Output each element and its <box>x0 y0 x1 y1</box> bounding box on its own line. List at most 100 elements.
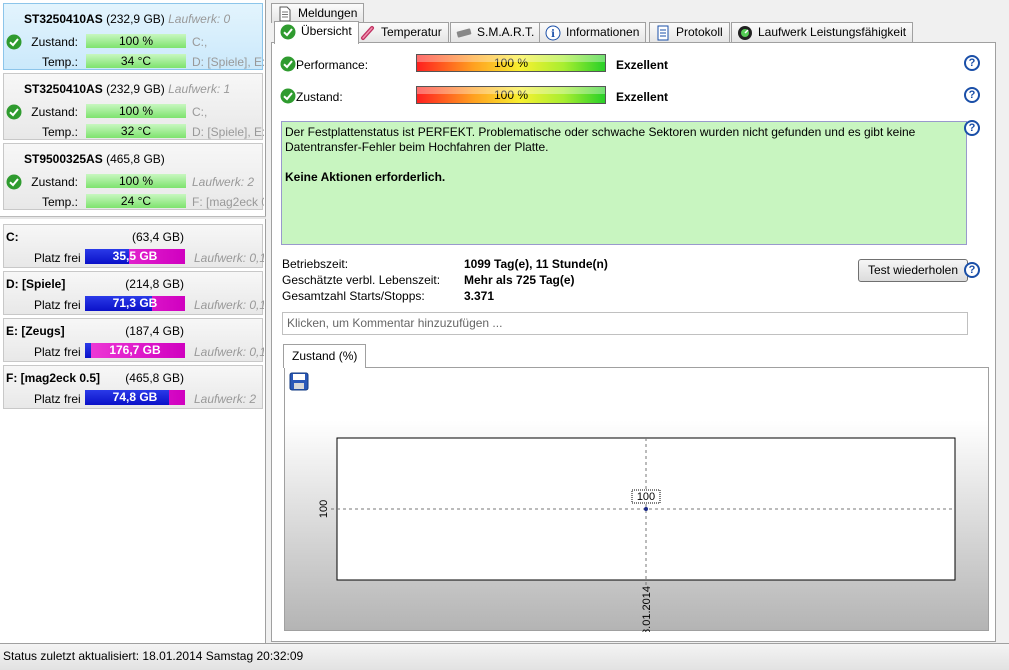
volume-size: (214,8 GB) <box>125 277 184 291</box>
zustand-bar: 100 % <box>86 174 186 188</box>
betriebszeit-value: 1099 Tag(e), 11 Stunde(n) <box>464 257 608 271</box>
temp-label: Temp.: <box>41 195 78 209</box>
volume-size: (465,8 GB) <box>125 371 184 385</box>
free-label: Platz frei <box>34 251 81 265</box>
volume-name: E: [Zeugs] <box>6 324 65 338</box>
tab-smart[interactable]: S.M.A.R.T. <box>450 22 542 43</box>
drive-name: ST3250410AS (232,9 GB) Laufwerk: 1 <box>24 82 231 96</box>
speedometer-icon <box>738 26 752 40</box>
tab-zustand-chart[interactable]: Zustand (%) <box>283 344 367 368</box>
zustand-chart: 100 100 18.01.2014 <box>318 437 956 632</box>
data-point <box>644 507 648 511</box>
details-area: Meldungen Übersicht Temperatur S.M.A.R.T… <box>268 0 1009 643</box>
help-icon[interactable]: ? <box>964 55 980 71</box>
volume-laufwerk: Laufwerk: 0,1 <box>194 345 264 359</box>
drive-list-panel: ST3250410AS (232,9 GB) Laufwerk: 0 Zusta… <box>0 0 266 643</box>
panel-separator <box>0 216 266 219</box>
x-tick-label: 18.01.2014 <box>641 586 653 632</box>
tab-label: Informationen <box>566 25 640 39</box>
tab-uebersicht[interactable]: Übersicht <box>274 21 359 44</box>
free-label: Platz frei <box>34 298 81 312</box>
check-circle-icon <box>280 56 296 72</box>
free-label: Platz frei <box>34 345 81 359</box>
performance-rating: Exzellent <box>616 58 669 72</box>
free-space-bar: 71,3 GB <box>85 296 185 311</box>
betriebszeit-label: Betriebszeit: <box>282 257 349 271</box>
tab-label: S.M.A.R.T. <box>477 25 535 39</box>
help-icon[interactable]: ? <box>964 262 980 278</box>
zustand-label: Zustand: <box>296 90 343 104</box>
temp-label: Temp.: <box>41 55 78 69</box>
zustand-label: Zustand: <box>31 105 78 119</box>
drive-card-1[interactable]: ST3250410AS (232,9 GB) Laufwerk: 1 Zusta… <box>3 73 264 140</box>
temp-label: Temp.: <box>41 125 78 139</box>
lebenszeit-label: Geschätzte verbl. Lebenszeit: <box>282 273 441 287</box>
lebenszeit-value: Mehr als 725 Tag(e) <box>464 273 575 287</box>
volume-name: C: <box>6 230 19 244</box>
thermometer-icon <box>361 26 374 40</box>
zustand-bar: 100 % <box>86 104 186 118</box>
tab-label: Meldungen <box>298 6 358 20</box>
check-circle-icon <box>280 24 296 40</box>
test-wiederholen-button[interactable]: Test wiederholen <box>858 259 968 282</box>
volume-card-f[interactable]: F: [mag2eck 0.5] (465,8 GB) Platz frei 7… <box>3 365 263 409</box>
free-space-bar: 74,8 GB <box>85 390 185 405</box>
tab-informationen[interactable]: i Informationen <box>539 22 647 43</box>
starts-label: Gesamtzahl Starts/Stopps: <box>282 289 425 303</box>
drive-card-2[interactable]: ST9500325AS (465,8 GB) Zustand: 100 % La… <box>3 143 264 210</box>
temp-bar: 24 °C <box>86 194 186 208</box>
tab-label: Laufwerk Leistungsfähigkeit <box>758 25 907 39</box>
volume-name: D: [Spiele] <box>6 277 66 291</box>
check-circle-icon <box>6 174 22 190</box>
document-icon <box>279 6 291 22</box>
info-icon: i <box>545 25 561 41</box>
tab-label: Temperatur <box>381 25 442 39</box>
data-label: 100 <box>637 491 655 503</box>
drive-name: ST3250410AS (232,9 GB) Laufwerk: 0 <box>24 12 231 26</box>
zustand-label: Zustand: <box>31 35 78 49</box>
y-tick-label: 100 <box>318 500 330 518</box>
free-label: Platz frei <box>34 392 81 406</box>
drive-laufwerk: Laufwerk: 2 <box>192 175 255 189</box>
overview-panel: Performance: 100 % Exzellent ? Zustand: … <box>271 42 996 642</box>
hard-disk-icon <box>456 28 472 38</box>
help-icon[interactable]: ? <box>964 87 980 103</box>
performance-bar: 100 % <box>416 54 606 72</box>
volume-card-d[interactable]: D: [Spiele] (214,8 GB) Platz frei 71,3 G… <box>3 271 264 315</box>
temp-bar: 34 °C <box>86 54 186 68</box>
drive-partitions-2: D: [Spiele], E: <box>192 55 264 69</box>
free-space-bar: 176,7 GB <box>85 343 185 358</box>
zustand-label: Zustand: <box>31 175 78 189</box>
tab-label: Übersicht <box>301 24 352 38</box>
tab-temperatur[interactable]: Temperatur <box>354 22 449 43</box>
check-circle-icon <box>280 88 296 104</box>
log-document-icon <box>657 25 669 41</box>
status-action: Keine Aktionen erforderlich. <box>285 170 446 184</box>
status-text: Der Festplattenstatus ist PERFEKT. Probl… <box>285 125 916 154</box>
performance-label: Performance: <box>296 58 369 72</box>
help-icon[interactable]: ? <box>964 120 980 136</box>
status-description: Der Festplattenstatus ist PERFEKT. Probl… <box>281 121 967 245</box>
volume-name: F: [mag2eck 0.5] <box>6 371 101 385</box>
status-bar: Status zuletzt aktualisiert: 18.01.2014 … <box>0 643 1009 670</box>
tab-label: Protokoll <box>676 25 723 39</box>
temp-bar: 32 °C <box>86 124 186 138</box>
tab-laufwerk-leistung[interactable]: Laufwerk Leistungsfähigkeit <box>731 22 914 43</box>
volume-size: (187,4 GB) <box>125 324 184 338</box>
free-space-bar: 35,5 GB <box>85 249 185 264</box>
drive-card-0[interactable]: ST3250410AS (232,9 GB) Laufwerk: 0 Zusta… <box>3 3 264 70</box>
comment-input[interactable]: Klicken, um Kommentar hinzuzufügen ... <box>282 312 968 335</box>
volume-card-e[interactable]: E: [Zeugs] (187,4 GB) Platz frei 176,7 G… <box>3 318 264 362</box>
check-circle-icon <box>6 34 22 50</box>
zustand-rating: Exzellent <box>616 90 669 104</box>
drive-partitions: C:, <box>192 35 208 49</box>
starts-value: 3.371 <box>464 289 495 303</box>
volume-card-c[interactable]: C: (63,4 GB) Platz frei 35,5 GB Laufwerk… <box>3 224 264 268</box>
tab-meldungen[interactable]: Meldungen <box>271 3 365 23</box>
volume-laufwerk: Laufwerk: 2 <box>194 392 257 406</box>
tab-protokoll[interactable]: Protokoll <box>649 22 730 43</box>
drive-partitions: C:, <box>192 105 208 119</box>
drive-partitions-2: D: [Spiele], E: <box>192 125 264 139</box>
drive-partitions-2: F: [mag2eck 0. <box>192 195 264 209</box>
check-circle-icon <box>6 104 22 120</box>
